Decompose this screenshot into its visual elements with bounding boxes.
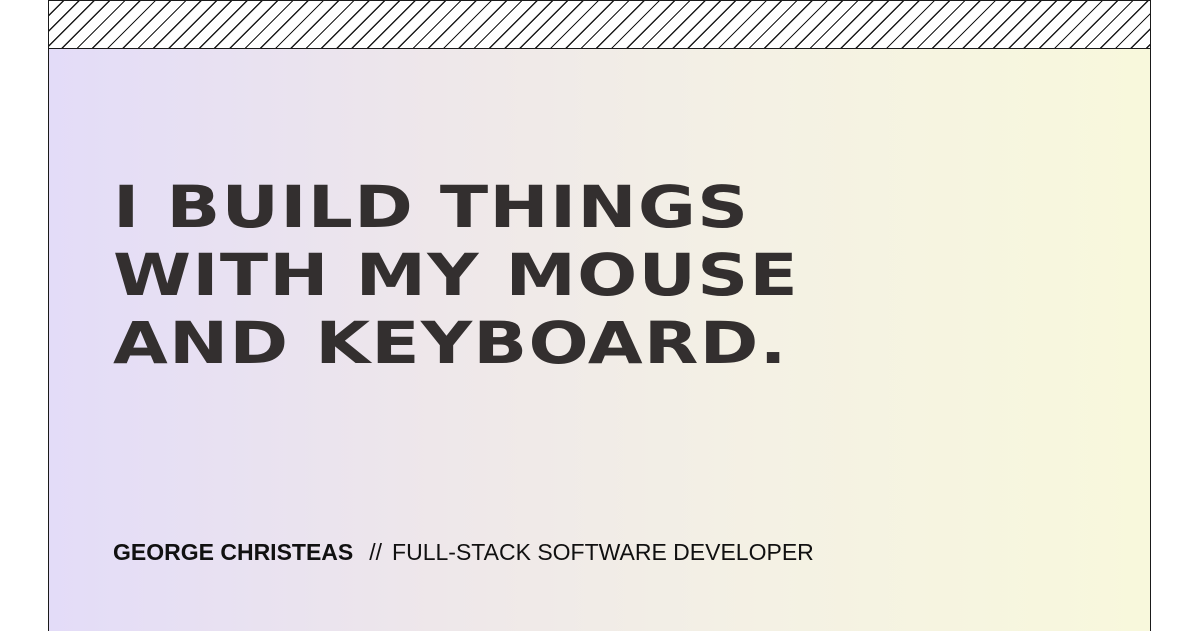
hero-headline: I BUILD THINGS WITH MY MOUSE AND KEYBOAR… (113, 173, 799, 377)
headline-line-3: AND KEYBOARD. (113, 309, 788, 377)
hero-section: I BUILD THINGS WITH MY MOUSE AND KEYBOAR… (49, 49, 1150, 631)
headline-line-2: WITH MY MOUSE (113, 241, 799, 309)
headline-line-1: I BUILD THINGS (113, 173, 750, 241)
byline: GEORGE CHRISTEAS // FULL-STACK SOFTWARE DE… (113, 539, 814, 566)
byline-separator: // (369, 539, 383, 565)
author-name: GEORGE CHRISTEAS (113, 539, 354, 565)
decorative-stripe-banner (49, 1, 1150, 49)
page-frame: I BUILD THINGS WITH MY MOUSE AND KEYBOAR… (48, 0, 1151, 631)
author-role: FULL-STACK SOFTWARE DEVELOPER (392, 539, 814, 565)
